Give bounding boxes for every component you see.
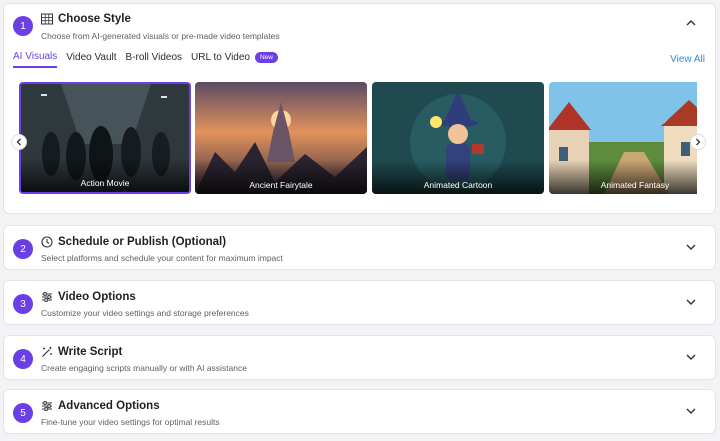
step-header: Schedule or Publish (Optional) (41, 236, 226, 248)
thumbnail-action-movie[interactable]: Action Movie (19, 82, 191, 194)
step-number-badge: 2 (13, 239, 33, 259)
sliders-icon (42, 292, 52, 302)
tab-label: URL to Video (191, 52, 250, 63)
grid-icon (41, 13, 53, 25)
style-thumbnails: Action Movie Ancient Fairytale Animated … (15, 82, 697, 194)
style-tabs: AI Visuals Video Vault B-roll Videos URL… (13, 51, 278, 68)
step-title: Write Script (58, 346, 123, 358)
step-header: Write Script (41, 346, 122, 358)
thumbnail-animated-cartoon[interactable]: Animated Cartoon (372, 82, 544, 194)
step-header: Advanced Options (41, 400, 160, 412)
carousel-prev-button[interactable] (11, 134, 27, 150)
step-number-badge: 3 (13, 294, 33, 314)
step-subtitle: Choose from AI-generated visuals or pre-… (41, 31, 280, 41)
step-title: Advanced Options (58, 400, 160, 412)
chevron-down-icon[interactable] (685, 351, 697, 363)
chevron-right-icon (696, 138, 701, 146)
thumbnail-ancient-fairytale[interactable]: Ancient Fairytale (195, 82, 367, 194)
step-card-write-script[interactable]: 4 Write Script Create engaging scripts m… (3, 335, 716, 380)
step-number-badge: 4 (13, 349, 33, 369)
view-all-link[interactable]: View All (670, 54, 705, 65)
thumbnail-label: Action Movie (80, 178, 130, 188)
step-subtitle: Select platforms and schedule your conte… (41, 253, 283, 263)
step-title: Choose Style (58, 13, 131, 25)
clock-icon (41, 236, 53, 248)
chevron-down-icon[interactable] (685, 405, 697, 417)
step-card-schedule-publish[interactable]: 2 Schedule or Publish (Optional) Select … (3, 225, 716, 270)
chevron-up-icon[interactable] (685, 17, 697, 29)
thumbnail-label: Ancient Fairytale (249, 180, 313, 190)
tab-b-roll-videos[interactable]: B-roll Videos (126, 51, 183, 68)
tab-ai-visuals[interactable]: AI Visuals (13, 51, 58, 68)
chevron-down-icon[interactable] (685, 296, 697, 308)
step-card-advanced-options[interactable]: 5 Advanced Options Fine-tune your video … (3, 389, 716, 434)
new-badge: New (254, 52, 278, 63)
thumbnail-animated-fantasy[interactable]: Animated Fantasy (549, 82, 697, 194)
thumbnail-label: Animated Fantasy (600, 180, 670, 190)
tab-label: AI Visuals (13, 51, 58, 62)
thumbnail-label: Animated Cartoon (423, 180, 493, 190)
chevron-left-icon (16, 138, 21, 146)
step-card-video-options[interactable]: 3 Video Options Customize your video set… (3, 280, 716, 325)
tab-url-to-video[interactable]: URL to Video New (191, 51, 278, 68)
step-header: Video Options (41, 291, 136, 303)
step-title: Schedule or Publish (Optional) (58, 236, 227, 248)
step-header[interactable]: Choose Style (41, 13, 131, 25)
step-number-badge: 1 (13, 16, 33, 36)
step-subtitle: Customize your video settings and storag… (41, 308, 249, 318)
step-title: Video Options (58, 291, 136, 303)
chevron-down-icon[interactable] (685, 241, 697, 253)
tab-label: Video Vault (66, 52, 117, 63)
tab-video-vault[interactable]: Video Vault (66, 51, 116, 68)
carousel-next-button[interactable] (690, 134, 706, 150)
step-subtitle: Fine-tune your video settings for optima… (41, 417, 220, 427)
sliders-icon (42, 401, 52, 411)
step-number-badge: 5 (13, 403, 33, 423)
tab-label: B-roll Videos (125, 52, 183, 63)
magic-wand-icon (42, 346, 52, 357)
step-subtitle: Create engaging scripts manually or with… (41, 363, 247, 373)
